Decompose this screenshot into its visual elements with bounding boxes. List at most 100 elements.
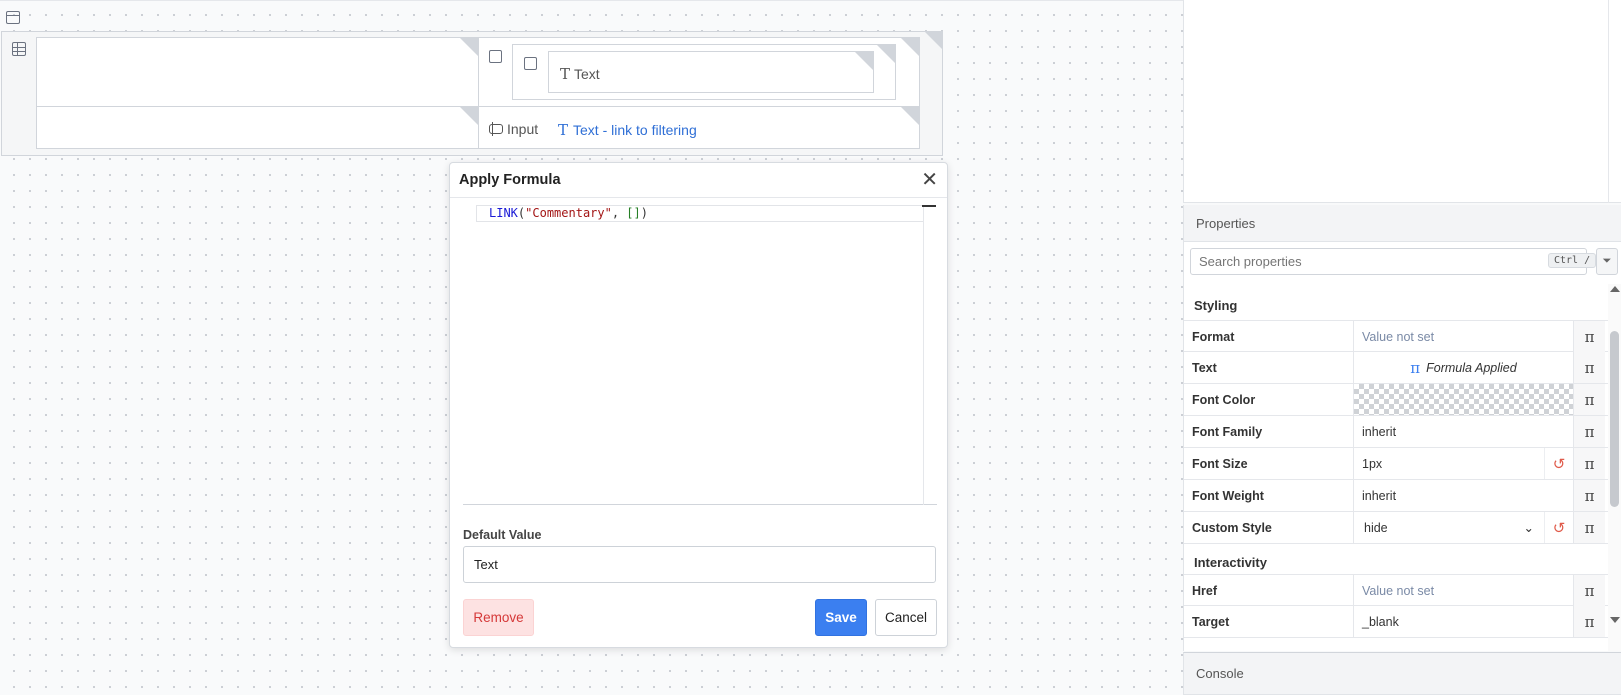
code-separator: , <box>611 206 627 220</box>
prop-row-font-color: Font Color π <box>1184 384 1608 416</box>
properties-search: Ctrl / ⏷ <box>1183 242 1621 284</box>
preview-scrollbar[interactable] <box>1608 0 1609 203</box>
prop-name: Format <box>1192 330 1235 344</box>
input-element-text: Input <box>507 121 539 137</box>
table-cell-top-left[interactable] <box>36 37 479 107</box>
resize-corner[interactable] <box>877 45 895 63</box>
properties-header[interactable]: Properties <box>1183 205 1621 242</box>
scroll-thumb[interactable] <box>1610 331 1619 507</box>
section-styling: Styling <box>1194 298 1238 313</box>
dialog-title: Apply Formula <box>459 172 561 188</box>
font-family-value[interactable]: inherit <box>1353 416 1573 447</box>
prop-row-custom-style: Custom Style hide ⌄ ↺ π <box>1184 512 1608 544</box>
filter-icon[interactable]: ⏷ <box>1596 248 1618 275</box>
resize-corner[interactable] <box>901 38 919 56</box>
format-value[interactable]: Value not set <box>1353 321 1573 352</box>
text-element-text: Text <box>574 66 600 82</box>
input-type-icon <box>489 122 503 136</box>
editor-line[interactable]: LINK("Commentary", []) <box>476 205 924 222</box>
remove-button[interactable]: Remove <box>463 599 534 636</box>
resize-corner[interactable] <box>460 38 478 56</box>
formula-pi-icon[interactable]: π <box>1573 512 1605 543</box>
prop-row-font-family: Font Family inherit π <box>1184 416 1608 448</box>
reset-icon[interactable]: ↺ <box>1544 448 1573 479</box>
code-array: [] <box>626 206 641 220</box>
inner-checkbox-icon[interactable] <box>524 57 537 70</box>
table-cell-bottom-right[interactable] <box>478 106 920 149</box>
formula-applied-text: Formula Applied <box>1426 360 1517 375</box>
container-checkbox-icon[interactable] <box>489 50 502 63</box>
href-value[interactable]: Value not set <box>1353 575 1573 606</box>
link-text: Text - link to filtering <box>573 122 697 138</box>
search-input[interactable] <box>1190 248 1587 275</box>
properties-list: Styling Format Value not set π Text π Fo… <box>1183 284 1608 651</box>
resize-corner[interactable] <box>901 107 919 125</box>
save-button[interactable]: Save <box>815 599 867 636</box>
console-header[interactable]: Console <box>1183 652 1621 695</box>
formula-pi-icon[interactable]: π <box>1573 480 1605 511</box>
target-value[interactable]: _blank <box>1353 606 1573 637</box>
prop-name: Href <box>1192 584 1218 598</box>
formula-editor[interactable]: LINK("Commentary", []) <box>463 205 937 505</box>
prop-row-target: Target _blank π <box>1184 606 1608 638</box>
custom-style-value: hide <box>1364 520 1388 535</box>
preview-panel <box>1183 0 1621 203</box>
scroll-down-icon[interactable] <box>1610 617 1620 623</box>
prop-name: Font Family <box>1192 425 1263 439</box>
code-function: LINK <box>489 206 518 220</box>
custom-style-select[interactable]: hide ⌄ <box>1353 512 1544 543</box>
reset-icon[interactable]: ↺ <box>1544 512 1573 543</box>
console-title: Console <box>1196 666 1244 681</box>
code-string: "Commentary" <box>525 206 612 220</box>
formula-pi-icon[interactable]: π <box>1573 606 1605 637</box>
resize-corner[interactable] <box>460 107 478 125</box>
prop-name: Custom Style <box>1192 521 1272 535</box>
formula-pi-icon[interactable]: π <box>1573 448 1605 479</box>
formula-pi-icon[interactable]: π <box>1573 416 1605 447</box>
prop-row-href: Href Value not set π <box>1184 574 1608 606</box>
page-icon[interactable] <box>6 11 20 24</box>
prop-row-format: Format Value not set π <box>1184 320 1608 352</box>
link-text-element[interactable]: T Text - link to filtering <box>558 121 697 139</box>
formula-pi-icon[interactable]: π <box>1573 321 1605 352</box>
table-icon[interactable] <box>12 42 26 56</box>
dialog-header: Apply Formula ✕ <box>450 163 947 198</box>
prop-name: Font Color <box>1192 393 1256 407</box>
shortcut-badge: Ctrl / <box>1548 253 1597 268</box>
apply-formula-dialog: Apply Formula ✕ LINK("Commentary", []) D… <box>449 162 948 648</box>
code-paren: ) <box>640 206 648 220</box>
table-cell-bottom-left[interactable] <box>36 106 479 149</box>
input-element[interactable]: Input <box>489 121 538 137</box>
editor-scrollbar[interactable] <box>923 205 924 505</box>
font-color-swatch[interactable] <box>1353 384 1573 415</box>
prop-name: Text <box>1192 361 1217 375</box>
prop-row-text: Text π Formula Applied π <box>1184 352 1608 384</box>
text-element-label: T Text <box>560 65 600 83</box>
formula-applied-pi-icon: π <box>1410 358 1421 377</box>
default-value-input[interactable] <box>463 546 936 583</box>
prop-name: Font Size <box>1192 457 1248 471</box>
close-icon[interactable]: ✕ <box>921 170 938 190</box>
font-size-value[interactable]: 1px <box>1353 448 1544 479</box>
text-value[interactable]: π Formula Applied <box>1353 352 1573 383</box>
formula-pi-icon[interactable]: π <box>1573 575 1605 606</box>
properties-title: Properties <box>1196 215 1256 231</box>
resize-corner[interactable] <box>925 32 943 50</box>
prop-name: Target <box>1192 615 1230 629</box>
formula-pi-icon[interactable]: π <box>1573 384 1605 415</box>
cancel-button[interactable]: Cancel <box>875 599 937 636</box>
section-interactivity: Interactivity <box>1194 555 1267 570</box>
prop-row-font-size: Font Size 1px ↺ π <box>1184 448 1608 480</box>
prop-name: Font Weight <box>1192 489 1264 503</box>
chevron-down-icon: ⌄ <box>1523 521 1534 535</box>
editor-scroll-thumb[interactable] <box>922 205 936 207</box>
formula-pi-icon[interactable]: π <box>1573 352 1605 383</box>
text-type-icon: T <box>558 121 569 139</box>
font-weight-value[interactable]: inherit <box>1353 480 1573 511</box>
resize-corner[interactable] <box>855 52 873 70</box>
default-value-label: Default Value <box>463 528 542 542</box>
properties-scrollbar[interactable] <box>1608 284 1621 651</box>
prop-row-font-weight: Font Weight inherit π <box>1184 480 1608 512</box>
text-type-icon: T <box>560 65 571 83</box>
scroll-up-icon[interactable] <box>1610 286 1620 292</box>
